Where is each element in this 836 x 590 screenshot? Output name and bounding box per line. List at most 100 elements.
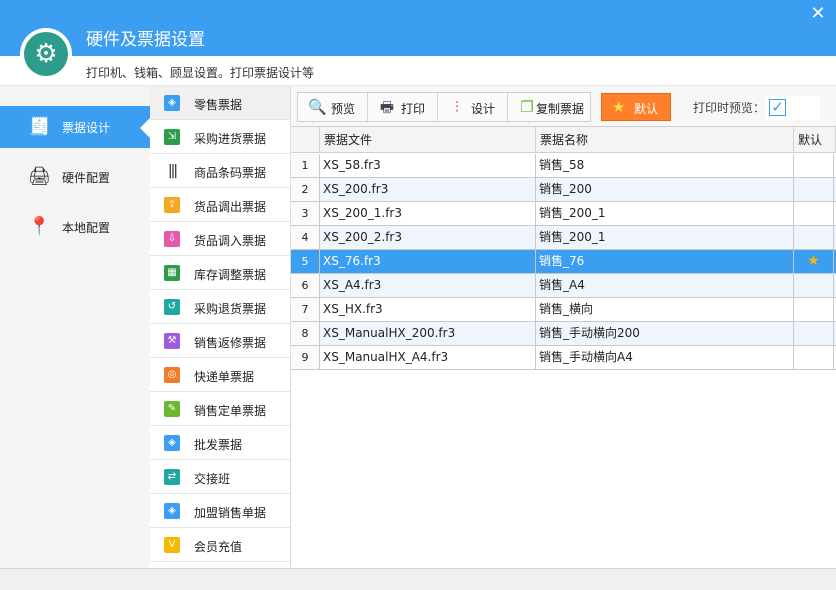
subtitle-bar: 打印机、钱箱、顾显设置。打印票据设计等: [0, 56, 836, 86]
table-row[interactable]: 1 XS_58.fr3 销售_58: [291, 154, 836, 178]
print-preview-field: ✓: [766, 96, 820, 120]
wrench-icon: ⚒: [164, 333, 180, 349]
receipt-type-item[interactable]: ||| 商品条码票据: [150, 154, 290, 188]
copy-icon: ❐: [520, 98, 534, 116]
receipt-type-label: 采购退货票据: [194, 302, 267, 316]
close-icon[interactable]: ✕: [808, 4, 828, 24]
design-button[interactable]: ⫶ 设计: [438, 93, 508, 121]
design-label: 设计: [471, 102, 496, 116]
table-row[interactable]: 3 XS_200_1.fr3 销售_200_1: [291, 202, 836, 226]
file-cell: XS_200_1.fr3: [320, 202, 536, 225]
name-cell: 销售_手动横向200: [536, 322, 794, 345]
name-cell: 销售_手动横向A4: [536, 346, 794, 369]
receipt-type-label: 零售票据: [194, 98, 243, 112]
table-row[interactable]: 5 XS_76.fr3 销售_76 ★: [291, 250, 836, 274]
grid-header: 票据文件 票据名称 默认: [291, 127, 836, 153]
row-number-cell: 9: [291, 346, 320, 369]
sliders-icon: ⫶: [455, 98, 459, 116]
nav-item-label: 硬件配置: [62, 171, 111, 185]
header-default[interactable]: 默认: [794, 127, 836, 153]
receipt-type-label: 批发票据: [194, 438, 243, 452]
app-logo: ⚙: [20, 28, 72, 80]
table-row[interactable]: 6 XS_A4.fr3 销售_A4: [291, 274, 836, 298]
receipt-type-item[interactable]: ◈ 加盟销售单据: [150, 494, 290, 528]
receipt-type-item[interactable]: ◎ 快递单票据: [150, 358, 290, 392]
receipt-type-item[interactable]: ▦ 库存调整票据: [150, 256, 290, 290]
grid-icon: ▦: [164, 265, 180, 281]
print-preview-checkbox[interactable]: ✓: [769, 99, 786, 116]
box-in-icon: ⇩: [164, 231, 180, 247]
receipt-type-label: 采购进货票据: [194, 132, 267, 146]
barcode-icon: |||: [164, 163, 180, 179]
receipt-type-item[interactable]: ⚒ 销售返修票据: [150, 324, 290, 358]
row-number-cell: 7: [291, 298, 320, 321]
default-cell: [794, 322, 834, 345]
table-row[interactable]: 2 XS_200.fr3 销售_200: [291, 178, 836, 202]
toolbar: 🔍 预览 🖶 打印 ⫶ 设计 ❐ 复制票据 ★ 默认 打印时预览： ✓: [291, 86, 836, 126]
header-name[interactable]: 票据名称: [536, 127, 794, 153]
receipt-type-label: 库存调整票据: [194, 268, 267, 282]
nav-item-local-config[interactable]: 📍 本地配置: [0, 206, 150, 248]
v-icon: V: [164, 537, 180, 553]
default-cell: [794, 298, 834, 321]
order-icon: ✎: [164, 401, 180, 417]
receipt-type-label: 货品调入票据: [194, 234, 267, 248]
receipt-type-label: 商品条码票据: [194, 166, 267, 180]
default-cell: [794, 274, 834, 297]
star-icon: ★: [612, 98, 626, 116]
tag-icon: ◈: [164, 503, 180, 519]
title-bar: 硬件及票据设置 ✕: [0, 0, 836, 56]
receipt-type-item[interactable]: ◈ 批发票据: [150, 426, 290, 460]
name-cell: 销售_200: [536, 178, 794, 201]
name-cell: 销售_200_1: [536, 226, 794, 249]
name-cell: 销售_横向: [536, 298, 794, 321]
toolbar-button-group: 🔍 预览 🖶 打印 ⫶ 设计 ❐ 复制票据: [297, 92, 591, 122]
window-title: 硬件及票据设置: [86, 30, 205, 50]
default-cell: [794, 154, 834, 177]
row-number-cell: 3: [291, 202, 320, 225]
print-label: 打印: [401, 102, 426, 116]
default-cell: [794, 226, 834, 249]
table-row[interactable]: 9 XS_ManualHX_A4.fr3 销售_手动横向A4: [291, 346, 836, 370]
copy-receipt-button[interactable]: ❐ 复制票据: [508, 93, 590, 121]
receipt-type-list: ◈ 零售票据 ⇲ 采购进货票据 ||| 商品条码票据 ⇪ 货品调出票据 ⇩ 货品调入票据 ▦ 库存调整…: [150, 86, 291, 568]
receipt-type-item[interactable]: ⇄ 交接班: [150, 460, 290, 494]
row-number-cell: 8: [291, 322, 320, 345]
magnifier-icon: 🔍: [308, 98, 327, 116]
nav-item-hardware-config[interactable]: 🖨 硬件配置: [0, 156, 150, 198]
status-bar: [0, 568, 836, 590]
receipt-type-label: 销售返修票据: [194, 336, 267, 350]
file-cell: XS_A4.fr3: [320, 274, 536, 297]
printer-icon: 🖨: [28, 166, 51, 187]
print-button[interactable]: 🖶 打印: [368, 93, 438, 121]
row-number-cell: 4: [291, 226, 320, 249]
receipt-type-label: 货品调出票据: [194, 200, 267, 214]
default-cell: [794, 346, 834, 369]
receipt-type-item[interactable]: V 会员充值: [150, 528, 290, 562]
header-file[interactable]: 票据文件: [320, 127, 536, 153]
table-row[interactable]: 7 XS_HX.fr3 销售_横向: [291, 298, 836, 322]
receipt-type-item[interactable]: ◈ 零售票据: [150, 86, 290, 120]
cart-return-icon: ↺: [164, 299, 180, 315]
gear-icon: ⚙: [24, 32, 68, 76]
receipt-type-item[interactable]: ⇩ 货品调入票据: [150, 222, 290, 256]
receipt-grid: 票据文件 票据名称 默认 1 XS_58.fr3 销售_58 2 XS_200.fr3 销…: [291, 126, 836, 568]
receipt-type-item[interactable]: ↺ 采购退货票据: [150, 290, 290, 324]
file-cell: XS_ManualHX_A4.fr3: [320, 346, 536, 369]
receipt-type-item[interactable]: ✎ 销售定单票据: [150, 392, 290, 426]
file-cell: XS_200_2.fr3: [320, 226, 536, 249]
printer-icon: 🖶: [379, 98, 395, 116]
globe-icon: ◎: [164, 367, 180, 383]
receipt-type-item[interactable]: ⇪ 货品调出票据: [150, 188, 290, 222]
preview-button[interactable]: 🔍 预览: [298, 93, 368, 121]
table-row[interactable]: 8 XS_ManualHX_200.fr3 销售_手动横向200: [291, 322, 836, 346]
receipt-type-item[interactable]: ⇲ 采购进货票据: [150, 120, 290, 154]
nav-item-receipt-design[interactable]: 🧾 票据设计: [0, 106, 150, 148]
row-number-cell: 2: [291, 178, 320, 201]
table-row[interactable]: 4 XS_200_2.fr3 销售_200_1: [291, 226, 836, 250]
default-button[interactable]: ★ 默认: [601, 93, 671, 121]
tag-icon: ◈: [164, 435, 180, 451]
header-row-number: [291, 127, 320, 153]
receipt-type-label: 交接班: [194, 472, 231, 486]
location-pin-icon: 📍: [28, 216, 51, 237]
